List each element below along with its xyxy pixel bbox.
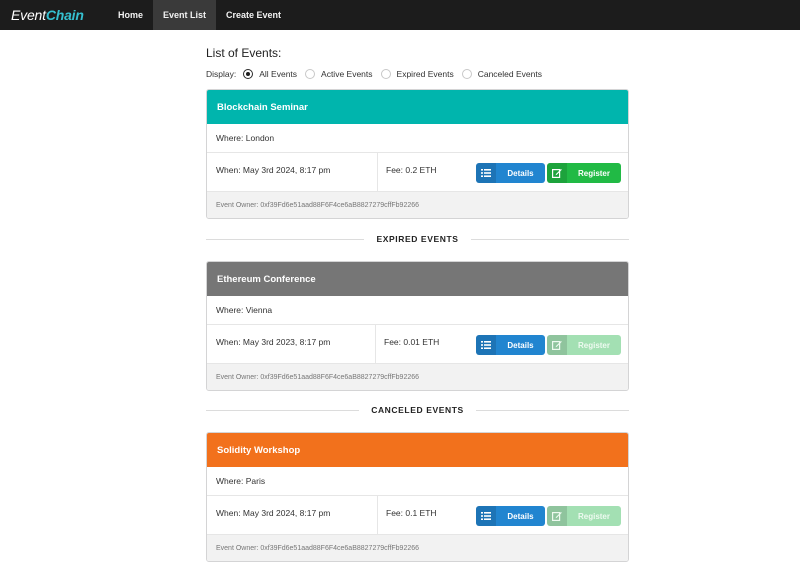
event-location: Where: Vienna (207, 296, 628, 325)
register-button-label: Register (577, 168, 610, 178)
top-navbar: Event Chain Home Event List Create Event (0, 0, 800, 30)
list-icon (476, 163, 496, 183)
event-fee: Fee: 0.2 ETH (386, 165, 437, 175)
event-card: Blockchain Seminar Where: London When: M… (206, 89, 629, 219)
details-button-label: Details (507, 168, 534, 178)
event-details-row: When: May 3rd 2024, 8:17 pm Fee: 0.2 ETH… (207, 153, 628, 192)
event-card: Ethereum Conference Where: Vienna When: … (206, 261, 629, 391)
event-title: Ethereum Conference (207, 262, 628, 296)
filter-all-events[interactable]: All Events (243, 69, 297, 79)
details-button[interactable]: Details (476, 163, 545, 183)
event-location: Where: London (207, 124, 628, 153)
register-button-label: Register (577, 511, 610, 521)
event-owner: Event Owner: 0xf39Fd6e51aad88F6F4ce6aB88… (207, 192, 628, 218)
radio-icon[interactable] (305, 69, 316, 79)
canceled-events-divider: CANCELED EVENTS (206, 404, 629, 416)
filter-active-events[interactable]: Active Events (305, 69, 373, 79)
nav-event-list[interactable]: Event List (153, 0, 217, 30)
filter-label: Active Events (321, 69, 373, 79)
filter-label: Canceled Events (477, 69, 542, 79)
register-button-disabled[interactable]: Register (547, 335, 621, 355)
event-location: Where: Paris (207, 467, 628, 496)
page-title: List of Events: (206, 46, 282, 60)
event-owner: Event Owner: 0xf39Fd6e51aad88F6F4ce6aB88… (207, 364, 628, 390)
event-details-row: When: May 3rd 2024, 8:17 pm Fee: 0.1 ETH… (207, 496, 628, 535)
event-date: When: May 3rd 2023, 8:17 pm (216, 337, 331, 347)
event-title: Blockchain Seminar (207, 90, 628, 124)
event-date: When: May 3rd 2024, 8:17 pm (216, 508, 331, 518)
radio-icon[interactable] (380, 69, 391, 79)
event-owner: Event Owner: 0xf39Fd6e51aad88F6F4ce6aB88… (207, 535, 628, 561)
register-button[interactable]: Register (547, 163, 621, 183)
filter-expired-events[interactable]: Expired Events (380, 69, 454, 79)
divider-label: CANCELED EVENTS (371, 405, 464, 415)
divider-label: EXPIRED EVENTS (376, 234, 459, 244)
radio-checked-icon[interactable] (243, 69, 254, 79)
details-button-label: Details (507, 511, 534, 521)
edit-icon (547, 163, 567, 183)
edit-icon (547, 335, 567, 355)
event-fee: Fee: 0.1 ETH (386, 508, 437, 518)
register-button-label: Register (577, 340, 610, 350)
display-label: Display: (206, 69, 237, 79)
nav-create-event[interactable]: Create Event (216, 0, 291, 30)
brand-text-chain: Chain (45, 7, 84, 23)
row-divider (377, 496, 378, 534)
display-filter: Display: All Events Active Events Expire… (206, 69, 550, 79)
list-icon (476, 335, 496, 355)
details-button[interactable]: Details (476, 335, 545, 355)
event-card: Solidity Workshop Where: Paris When: May… (206, 432, 629, 562)
details-button-label: Details (507, 340, 534, 350)
nav-home[interactable]: Home (108, 0, 153, 30)
details-button[interactable]: Details (476, 506, 545, 526)
register-button-disabled[interactable]: Register (547, 506, 621, 526)
filter-label: Expired Events (396, 69, 454, 79)
list-icon (476, 506, 496, 526)
brand-text-event: Event (11, 7, 46, 23)
event-title: Solidity Workshop (207, 433, 628, 467)
row-divider (377, 153, 378, 191)
expired-events-divider: EXPIRED EVENTS (206, 233, 629, 245)
row-divider (375, 325, 376, 363)
event-details-row: When: May 3rd 2023, 8:17 pm Fee: 0.01 ET… (207, 325, 628, 364)
event-date: When: May 3rd 2024, 8:17 pm (216, 165, 331, 175)
brand-logo[interactable]: Event Chain (0, 0, 108, 30)
filter-label: All Events (259, 69, 298, 79)
radio-icon[interactable] (461, 69, 472, 79)
event-fee: Fee: 0.01 ETH (384, 337, 440, 347)
edit-icon (547, 506, 567, 526)
filter-canceled-events[interactable]: Canceled Events (461, 69, 542, 79)
